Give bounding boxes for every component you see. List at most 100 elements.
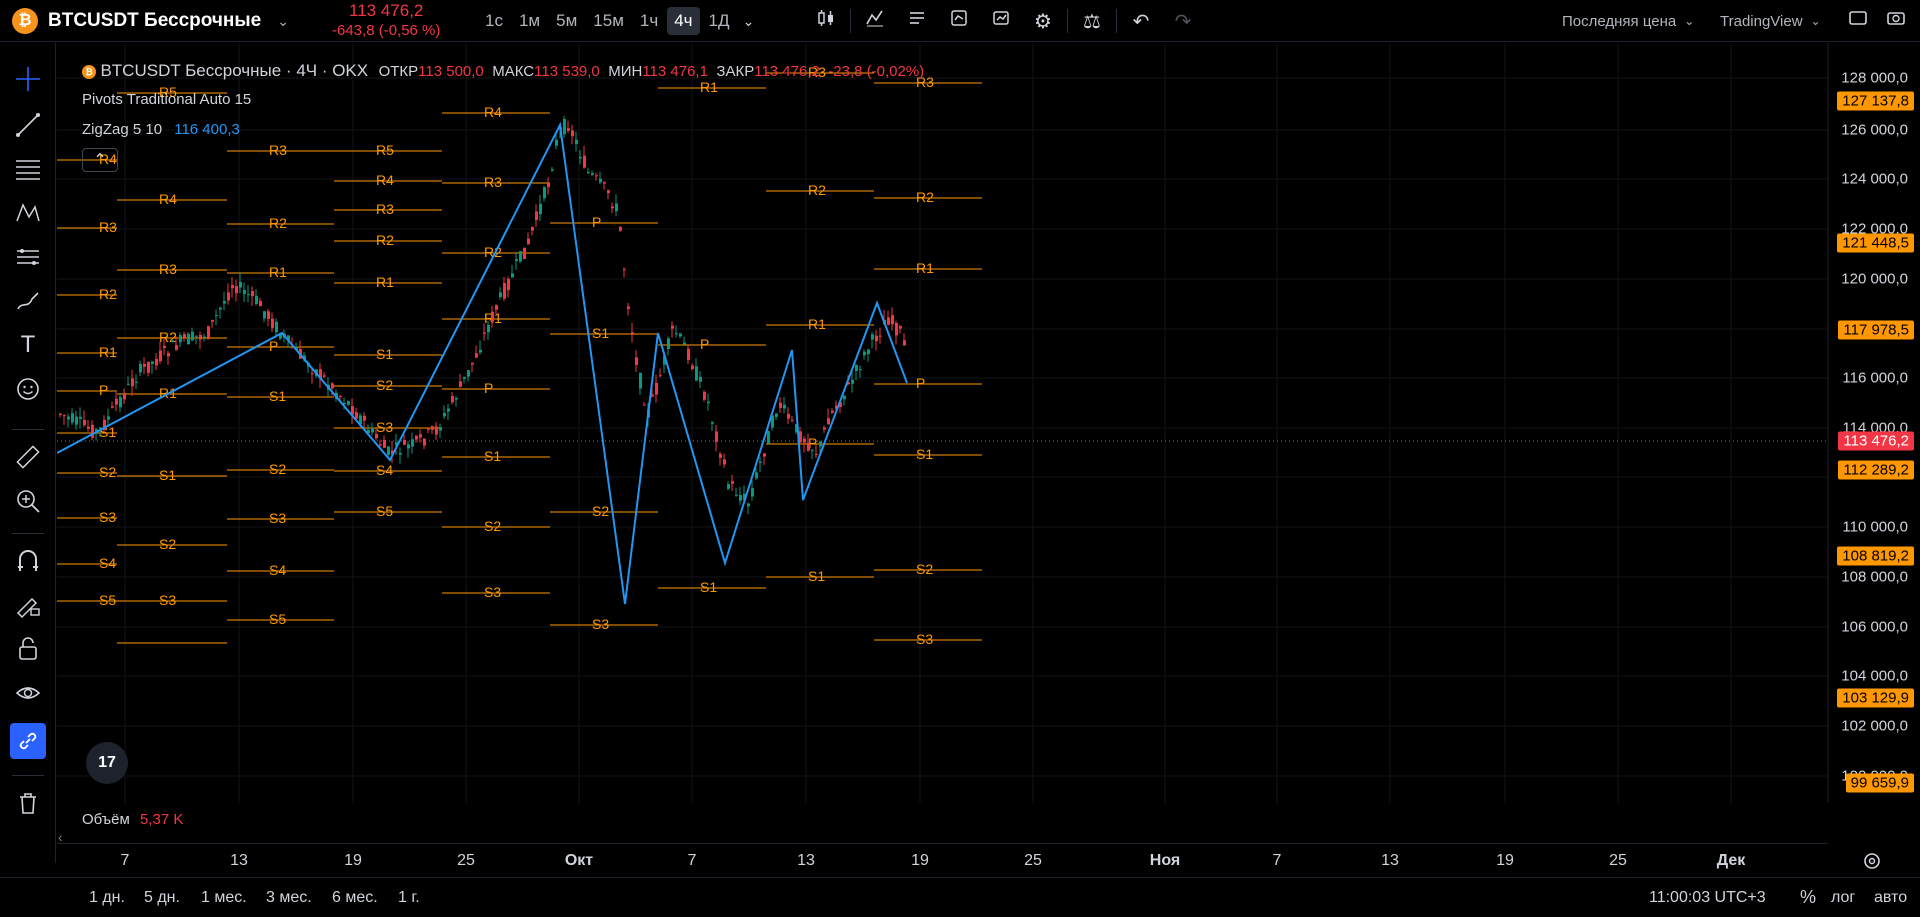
price-type-label: Последняя цена	[1562, 12, 1677, 30]
pattern-icon[interactable]	[12, 197, 44, 229]
price-tick: 126 000,0	[1841, 121, 1908, 139]
range-1y[interactable]: 1 г.	[398, 889, 420, 907]
low-label: МИН	[608, 63, 643, 80]
gear-icon[interactable]: ⚙	[1025, 9, 1061, 34]
range-6m[interactable]: 6 мес.	[332, 889, 378, 907]
svg-text:S5: S5	[376, 503, 393, 519]
price-type-selector[interactable]: Последняя цена ⌄	[1562, 0, 1694, 42]
close-label: ЗАКР	[716, 63, 755, 80]
close-change: -23,8 (-0,02%)	[828, 63, 925, 80]
fib-icon[interactable]	[12, 153, 44, 185]
svg-text:S4: S4	[269, 562, 286, 578]
source-selector[interactable]: TradingView ⌄	[1720, 0, 1821, 42]
svg-text:S5: S5	[99, 592, 116, 608]
svg-text:S2: S2	[99, 464, 116, 480]
pivots-indicator[interactable]: Pivots Traditional Auto 15	[82, 91, 251, 108]
svg-text:R2: R2	[99, 286, 117, 302]
svg-text:R2: R2	[916, 189, 934, 205]
svg-text:R1: R1	[99, 344, 117, 360]
indicators-icon[interactable]	[857, 8, 893, 34]
svg-text:S3: S3	[484, 584, 501, 600]
eye-icon[interactable]	[12, 677, 44, 709]
fullscreen-icon[interactable]	[1844, 9, 1872, 33]
compare-scales-icon[interactable]: ⚖	[1074, 9, 1110, 34]
svg-text:S2: S2	[484, 518, 501, 534]
tf-1d[interactable]: 1Д	[702, 7, 737, 35]
text-icon[interactable]: T	[12, 329, 44, 361]
tf-1m[interactable]: 1м	[512, 7, 547, 35]
time-tick: 7	[120, 852, 130, 869]
volume-legend[interactable]: Объём 5,37 K	[82, 811, 183, 828]
range-5d[interactable]: 5 дн.	[144, 889, 180, 907]
tf-1h[interactable]: 1ч	[633, 7, 665, 35]
price-axis[interactable]: 128 000,0 126 000,0 124 000,0 122 000,0 …	[1828, 43, 1920, 843]
prediction-icon[interactable]	[12, 241, 44, 273]
clock[interactable]: 11:00:03 UTC+3	[1649, 889, 1766, 907]
svg-text:S1: S1	[159, 467, 176, 483]
open-value: 113 500,0	[418, 63, 484, 80]
gear-icon[interactable]	[1862, 851, 1882, 876]
price-chart[interactable]: R4 R3 R2 R1 P S1 S2 S3 S4 S5 R5 R4 R3 R2 R1 S1 S2 S3 R3 R2 R…	[57, 43, 1920, 843]
auto-toggle[interactable]: авто	[1874, 889, 1907, 907]
range-1m[interactable]: 1 мес.	[201, 889, 247, 907]
emoji-icon[interactable]	[12, 373, 44, 405]
collapse-legend-button[interactable]: ⌃	[82, 148, 118, 172]
pivot-tag: 99 659,9	[1845, 773, 1914, 793]
crosshair-icon[interactable]	[12, 63, 44, 95]
svg-text:R1: R1	[700, 79, 718, 95]
high-value: 113 539,0	[534, 63, 600, 80]
camera-icon[interactable]	[1882, 9, 1910, 33]
close-value: 113 476,2	[754, 63, 820, 80]
link-icon[interactable]	[10, 723, 46, 759]
lock-drawing-icon[interactable]	[12, 589, 44, 621]
svg-text:R5: R5	[376, 142, 394, 158]
svg-text:R1: R1	[269, 264, 287, 280]
unlock-icon[interactable]	[12, 633, 44, 665]
time-tick: 13	[1381, 852, 1399, 869]
tf-1s[interactable]: 1с	[478, 7, 510, 35]
svg-text:R3: R3	[99, 219, 117, 235]
undo-icon[interactable]: ↶	[1123, 9, 1159, 34]
templates-icon[interactable]	[899, 8, 935, 34]
time-tick: 13	[230, 852, 248, 869]
candles-icon[interactable]	[808, 8, 844, 34]
svg-text:S1: S1	[269, 388, 286, 404]
svg-text:R4: R4	[484, 104, 502, 120]
tf-15m[interactable]: 15м	[586, 7, 631, 35]
time-tick: Ноя	[1149, 852, 1181, 869]
time-tick: 7	[1272, 852, 1282, 869]
chevron-down-icon[interactable]: ⌄	[738, 13, 758, 30]
chevron-down-icon: ⌄	[277, 12, 289, 29]
time-tick: Дек	[1716, 852, 1746, 869]
ruler-icon[interactable]	[12, 441, 44, 473]
legend-main[interactable]: ₿ BTCUSDT Бессрочные · 4Ч · OKX ОТКР113 …	[82, 61, 924, 81]
log-toggle[interactable]: лог	[1831, 889, 1855, 907]
tf-5m[interactable]: 5м	[549, 7, 584, 35]
time-tick: Окт	[564, 852, 594, 869]
percent-toggle[interactable]: %	[1800, 887, 1816, 908]
redo-icon[interactable]: ↷	[1165, 9, 1201, 34]
svg-text:P: P	[916, 375, 925, 391]
range-1d[interactable]: 1 дн.	[89, 889, 125, 907]
alert-icon[interactable]	[941, 8, 977, 34]
replay-icon[interactable]	[983, 8, 1019, 34]
zigzag-indicator[interactable]: ZigZag 5 10 116 400,3	[82, 121, 240, 138]
brush-icon[interactable]	[12, 285, 44, 317]
svg-text:R4: R4	[376, 172, 394, 188]
svg-text:S1: S1	[592, 325, 609, 341]
symbol-selector[interactable]: ₿ BTCUSDT Бессрочные ⌄	[12, 0, 289, 42]
tf-4h[interactable]: 4ч	[667, 7, 700, 35]
chart-tools: ⚙ ⚖ ↶ ↷	[808, 0, 1201, 42]
magnet-icon[interactable]	[12, 545, 44, 577]
svg-text:S3: S3	[269, 510, 286, 526]
tradingview-logo[interactable]: 17	[86, 742, 128, 784]
time-axis[interactable]: 7 13 19 25 Окт 7 13 19 25 Ноя 7 13 19 25…	[57, 843, 1828, 877]
zoom-icon[interactable]	[12, 485, 44, 517]
range-3m[interactable]: 3 мес.	[266, 889, 312, 907]
trash-icon[interactable]	[12, 787, 44, 819]
divider	[12, 775, 44, 776]
divider	[1116, 9, 1117, 33]
svg-text:R3: R3	[484, 174, 502, 190]
trend-line-icon[interactable]	[12, 109, 44, 141]
low-value: 113 476,1	[642, 63, 708, 80]
